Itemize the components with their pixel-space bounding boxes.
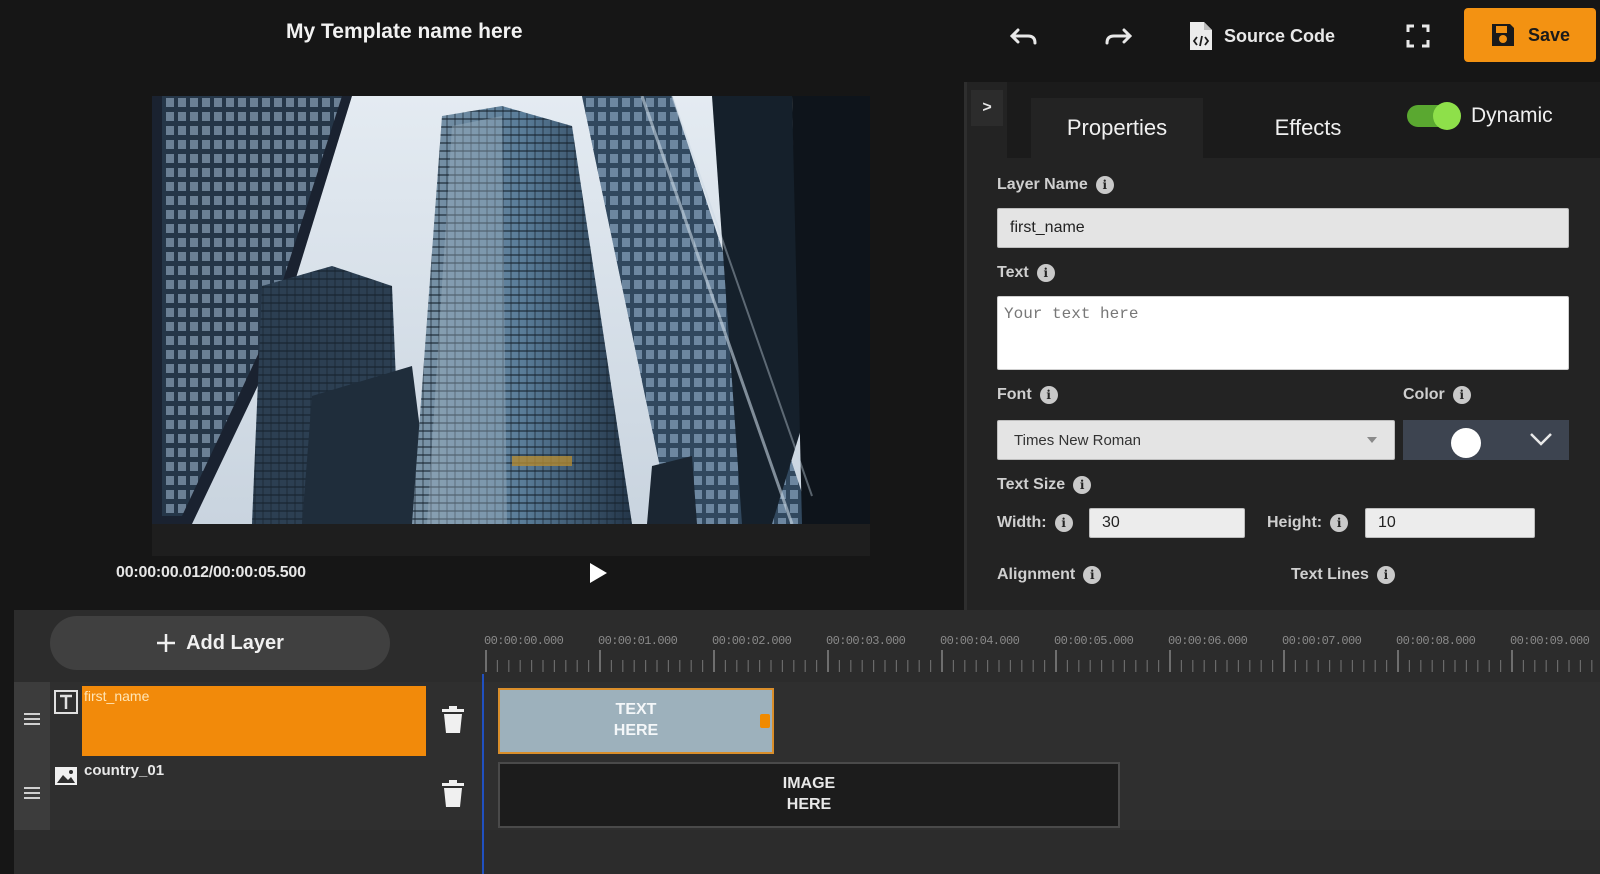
ruler-label: 00:00:04.000 (940, 634, 1020, 648)
ruler-label: 00:00:09.000 (1510, 634, 1590, 648)
hamburger-icon (24, 713, 40, 725)
save-button[interactable]: Save (1464, 8, 1596, 62)
top-bar: My Template name here Source Code Save (0, 0, 1600, 72)
template-name[interactable]: My Template name here (286, 20, 523, 44)
text-label-text: Text (997, 264, 1029, 281)
panel-tabs: Properties Effects Dynamic (1007, 82, 1600, 158)
ruler-label: 00:00:08.000 (1396, 634, 1476, 648)
play-button[interactable] (588, 562, 612, 586)
drag-handle[interactable] (14, 682, 50, 756)
text-lines-label: Text Lines i (1291, 566, 1395, 584)
color-swatch (1451, 428, 1481, 458)
trash-icon[interactable] (442, 706, 464, 734)
undo-icon (1010, 28, 1037, 45)
source-code-button[interactable]: Source Code (1188, 18, 1358, 54)
text-label: Text i (997, 264, 1055, 282)
fullscreen-icon (1406, 24, 1430, 48)
floppy-disk-icon (1491, 24, 1514, 46)
info-icon[interactable]: i (1073, 476, 1092, 494)
info-icon[interactable]: i (1039, 386, 1058, 404)
height-input[interactable]: 10 (1365, 508, 1535, 538)
alignment-label: Alignment i (997, 566, 1102, 584)
info-icon[interactable]: i (1054, 514, 1073, 532)
info-icon[interactable]: i (1330, 514, 1349, 532)
height-label-text: Height: (1267, 514, 1323, 531)
font-label: Font i (997, 386, 1058, 404)
code-file-icon (1190, 22, 1212, 50)
save-label: Save (1527, 24, 1571, 45)
layer-row: first_name TEXT HERE (14, 682, 1600, 756)
city-skyline-image (152, 96, 870, 524)
ruler-label: 00:00:02.000 (712, 634, 792, 648)
preview-canvas (152, 96, 870, 556)
text-size-label-text: Text Size (997, 476, 1066, 493)
text-size-label: Text Size i (997, 476, 1092, 494)
caret-down-icon (1367, 437, 1377, 443)
trash-icon[interactable] (442, 780, 464, 808)
dynamic-toggle[interactable]: Dynamic (1407, 102, 1553, 130)
info-icon[interactable]: i (1376, 566, 1395, 584)
image-layer-icon (55, 767, 77, 785)
play-icon (590, 563, 607, 583)
info-icon[interactable]: i (1095, 176, 1114, 194)
fullscreen-button[interactable] (1398, 18, 1438, 54)
playhead[interactable] (482, 674, 484, 874)
font-select-value: Times New Roman (1014, 431, 1141, 449)
text-input[interactable]: Your text here (997, 296, 1569, 370)
toggle-knob (1433, 102, 1461, 130)
tab-effects[interactable]: Effects (1223, 98, 1393, 158)
ruler-label: 00:00:03.000 (826, 634, 906, 648)
add-layer-button[interactable]: Add Layer (50, 616, 390, 670)
info-icon[interactable]: i (1452, 386, 1471, 404)
info-icon[interactable]: i (1036, 264, 1055, 282)
color-picker[interactable] (1403, 420, 1569, 460)
toggle-track (1407, 102, 1461, 130)
ruler-label: 00:00:00.000 (484, 634, 564, 648)
font-label-text: Font (997, 386, 1032, 403)
tab-properties[interactable]: Properties (1031, 98, 1203, 158)
width-label: Width: i (997, 514, 1073, 532)
width-label-text: Width: (997, 514, 1047, 531)
alignment-label-text: Alignment (997, 566, 1076, 583)
layer-name[interactable]: country_01 (82, 760, 426, 830)
plus-icon (157, 634, 176, 652)
redo-button[interactable] (1098, 18, 1138, 54)
drag-handle[interactable] (14, 756, 50, 830)
text-clip[interactable]: TEXT HERE (498, 688, 774, 754)
ruler-label: 00:00:07.000 (1282, 634, 1362, 648)
properties-panel: > Properties Effects Dynamic Layer Name … (964, 82, 1600, 610)
ruler-ticks (485, 650, 1593, 672)
ruler-label: 00:00:05.000 (1054, 634, 1134, 648)
image-clip[interactable]: IMAGE HERE (498, 762, 1120, 828)
timeline-ruler[interactable]: 00:00:00.000 00:00:01.000 00:00:02.000 0… (484, 610, 1600, 680)
ruler-label: 00:00:06.000 (1168, 634, 1248, 648)
layer-name-label-text: Layer Name (997, 176, 1088, 193)
layer-name-input[interactable]: first_name (997, 208, 1569, 248)
text-layer-icon (54, 690, 78, 714)
clip-resize-handle[interactable] (760, 714, 770, 728)
chevron-down-icon (1530, 433, 1552, 446)
add-layer-label: Add Layer (186, 631, 284, 654)
text-lines-label-text: Text Lines (1291, 566, 1369, 583)
source-code-label: Source Code (1224, 25, 1336, 46)
layer-row: country_01 IMAGE HERE (14, 756, 1600, 830)
height-label: Height: i (1267, 514, 1349, 532)
layer-name-label: Layer Name i (997, 176, 1114, 194)
width-input[interactable]: 30 (1089, 508, 1245, 538)
playback-timecode: 00:00:00.012/00:00:05.500 (116, 564, 306, 581)
collapse-panel-button[interactable]: > (971, 90, 1003, 126)
timeline: Add Layer 00:00:00.000 00:00:01.000 00:0… (14, 610, 1600, 874)
font-select[interactable]: Times New Roman (997, 420, 1395, 460)
layer-name[interactable]: first_name (82, 686, 426, 756)
dynamic-label: Dynamic (1471, 104, 1553, 127)
undo-button[interactable] (1004, 18, 1044, 54)
color-label: Color i (1403, 386, 1471, 404)
info-icon[interactable]: i (1083, 566, 1102, 584)
preview-image (152, 96, 870, 524)
ruler-label: 00:00:01.000 (598, 634, 678, 648)
color-label-text: Color (1403, 386, 1445, 403)
redo-icon (1105, 28, 1132, 45)
hamburger-icon (24, 787, 40, 799)
